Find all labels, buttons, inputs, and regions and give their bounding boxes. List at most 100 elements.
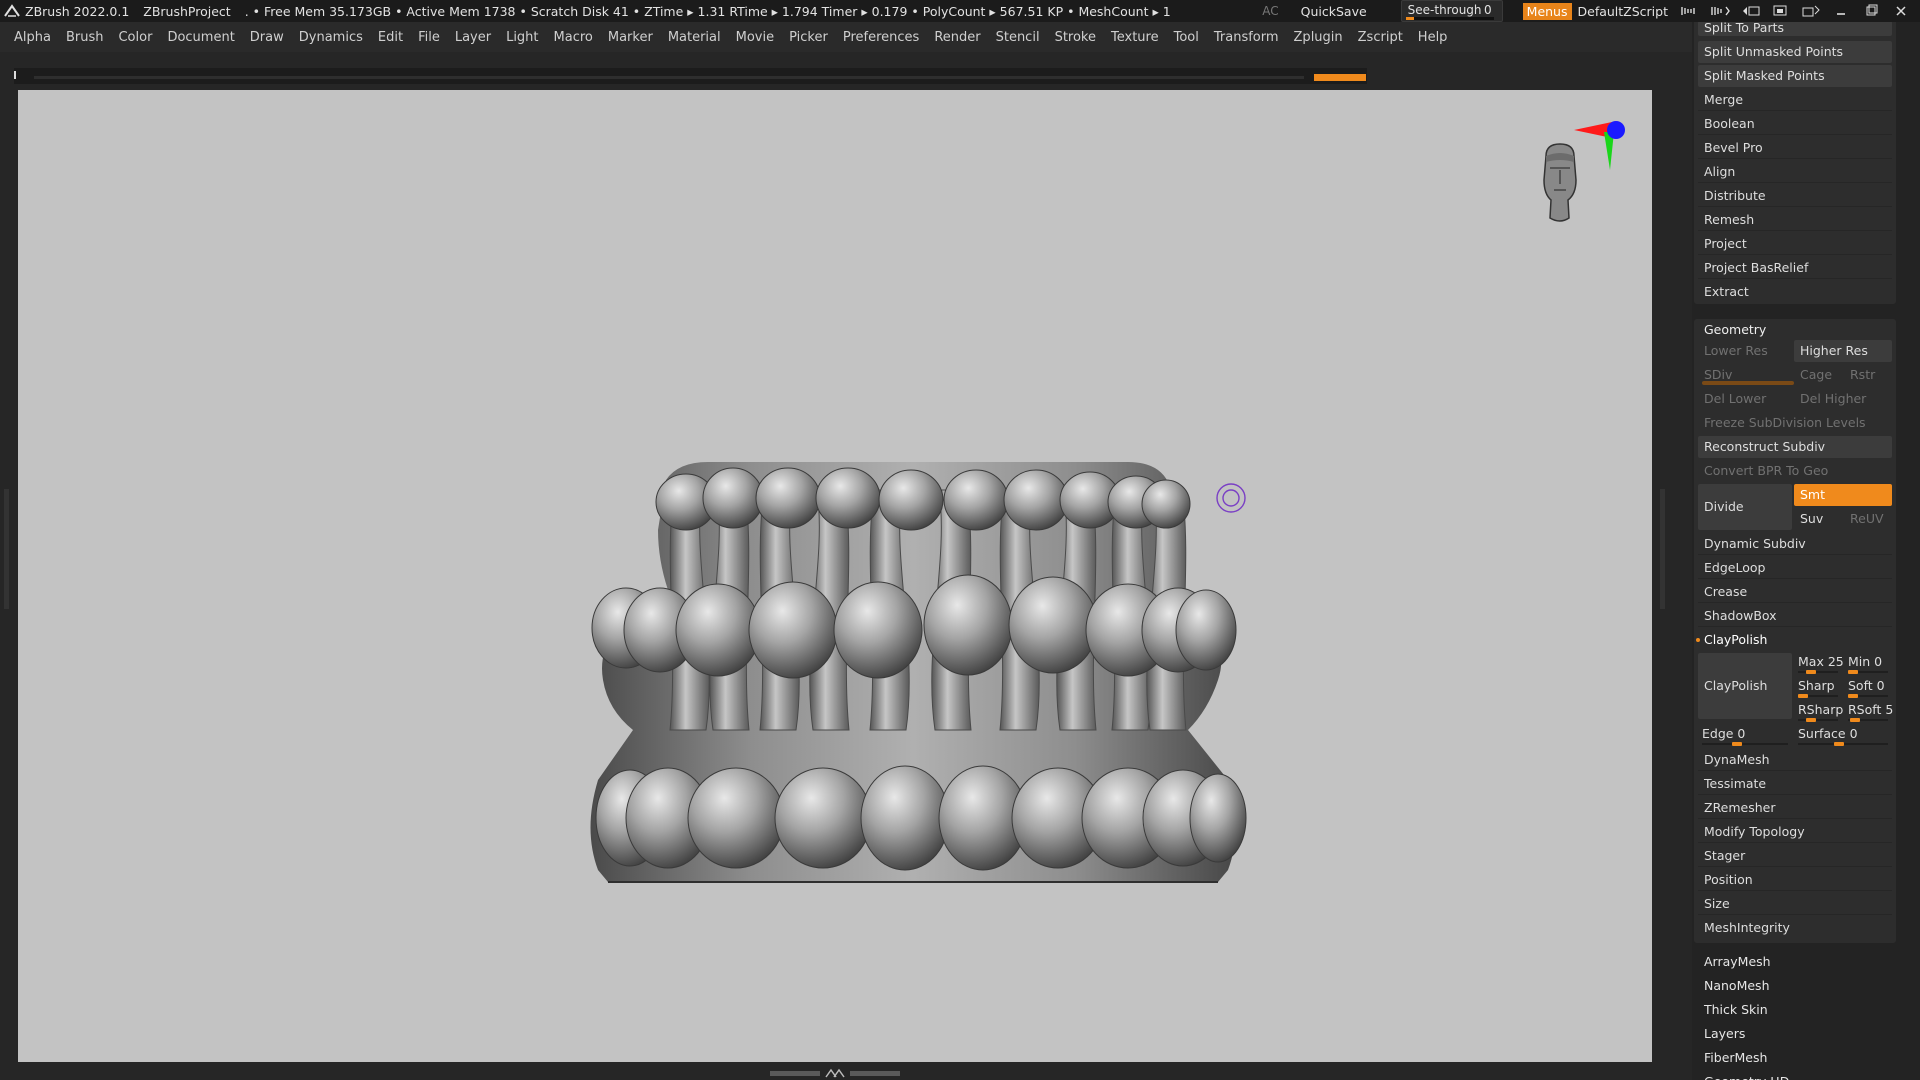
position-button[interactable]: Position <box>1698 869 1892 891</box>
head-navigation-icon[interactable] <box>1543 143 1577 222</box>
menu-zplugin[interactable]: Zplugin <box>1294 30 1343 45</box>
menus-button[interactable]: Menus <box>1522 2 1572 20</box>
arraymesh-menu[interactable]: ArrayMesh <box>1704 951 1771 973</box>
menu-brush[interactable]: Brush <box>66 30 104 45</box>
zremesher-button[interactable]: ZRemesher <box>1698 797 1892 819</box>
menu-macro[interactable]: Macro <box>554 30 593 45</box>
crease-button[interactable]: Crease <box>1698 581 1892 603</box>
restore-b-icon[interactable] <box>1800 4 1822 18</box>
align-button[interactable]: Align <box>1698 161 1892 183</box>
remesh-button[interactable]: Remesh <box>1698 209 1892 231</box>
dynamesh-button[interactable]: DynaMesh <box>1698 749 1892 771</box>
meshintegrity-button[interactable]: MeshIntegrity <box>1698 917 1892 939</box>
reconstruct-subdiv-button[interactable]: Reconstruct Subdiv <box>1698 436 1892 458</box>
default-zscript-button[interactable]: DefaultZScript <box>1578 4 1669 19</box>
cage-button[interactable]: Cage <box>1794 364 1842 386</box>
split-to-parts-button[interactable]: Split To Parts <box>1698 22 1892 36</box>
menu-layer[interactable]: Layer <box>455 30 491 45</box>
tessimate-button[interactable]: Tessimate <box>1698 773 1892 795</box>
ac-toggle[interactable]: AC <box>1262 4 1278 18</box>
divide-button[interactable]: Divide <box>1698 484 1792 530</box>
chevron-up-icon[interactable] <box>824 1068 846 1078</box>
stager-button[interactable]: Stager <box>1698 845 1892 867</box>
edgeloop-button[interactable]: EdgeLoop <box>1698 557 1892 579</box>
project-button[interactable]: Project <box>1698 233 1892 255</box>
axis-gizmo-icon[interactable] <box>1574 121 1625 170</box>
menu-zscript[interactable]: Zscript <box>1358 30 1403 45</box>
menu-movie[interactable]: Movie <box>736 30 774 45</box>
menu-light[interactable]: Light <box>506 30 538 45</box>
merge-button[interactable]: Merge <box>1698 89 1892 111</box>
fibermesh-menu[interactable]: FiberMesh <box>1704 1047 1767 1069</box>
nanomesh-menu[interactable]: NanoMesh <box>1704 975 1770 997</box>
geometry-header[interactable]: Geometry <box>1694 319 1896 341</box>
menu-file[interactable]: File <box>418 30 440 45</box>
menu-stroke[interactable]: Stroke <box>1055 30 1096 45</box>
min-slider-knob[interactable] <box>1848 670 1858 674</box>
layers-menu[interactable]: Layers <box>1704 1023 1745 1045</box>
extract-button[interactable]: Extract <box>1698 281 1892 303</box>
min-slider[interactable]: Min 0 <box>1844 653 1892 675</box>
bottom-tray-handle[interactable] <box>770 1068 900 1078</box>
menu-document[interactable]: Document <box>167 30 234 45</box>
del-higher-button[interactable]: Del Higher <box>1794 388 1892 410</box>
freeze-subdivision-button[interactable]: Freeze SubDivision Levels <box>1698 412 1892 434</box>
layout-b-icon[interactable] <box>1710 4 1732 18</box>
edge-slider-knob[interactable] <box>1732 742 1742 746</box>
menu-preferences[interactable]: Preferences <box>843 30 919 45</box>
maximize-icon[interactable] <box>1860 4 1882 18</box>
menu-texture[interactable]: Texture <box>1111 30 1159 45</box>
dynamic-subdiv-button[interactable]: Dynamic Subdiv <box>1698 533 1892 555</box>
surface-slider[interactable]: Surface 0 <box>1794 725 1892 747</box>
menu-transform[interactable]: Transform <box>1214 30 1279 45</box>
canvas-viewport[interactable] <box>18 90 1652 1062</box>
left-tray-handle[interactable] <box>4 489 9 609</box>
rsoft-slider-knob[interactable] <box>1850 718 1860 722</box>
menu-tool[interactable]: Tool <box>1174 30 1199 45</box>
menu-stencil[interactable]: Stencil <box>996 30 1040 45</box>
menu-edit[interactable]: Edit <box>378 30 403 45</box>
distribute-button[interactable]: Distribute <box>1698 185 1892 207</box>
edge-slider[interactable]: Edge 0 <box>1698 725 1792 747</box>
sharp-slider-knob[interactable] <box>1798 694 1808 698</box>
smt-toggle[interactable]: Smt <box>1794 484 1892 506</box>
geometry-hd-menu[interactable]: Geometry HD <box>1704 1071 1789 1080</box>
modify-topology-button[interactable]: Modify Topology <box>1698 821 1892 843</box>
rsharp-slider[interactable]: RSharp <box>1794 701 1843 723</box>
swap-left-icon[interactable] <box>1740 4 1762 18</box>
claypolish-header[interactable]: ClayPolish <box>1698 629 1892 651</box>
rstr-button[interactable]: Rstr <box>1844 364 1892 386</box>
menu-color[interactable]: Color <box>118 30 152 45</box>
boolean-button[interactable]: Boolean <box>1698 113 1892 135</box>
menu-dynamics[interactable]: Dynamics <box>299 30 363 45</box>
timeline-strip[interactable] <box>14 68 1367 84</box>
size-button[interactable]: Size <box>1698 893 1892 915</box>
del-lower-button[interactable]: Del Lower <box>1698 388 1792 410</box>
reuv-button[interactable]: ReUV <box>1844 508 1892 530</box>
project-basrelief-button[interactable]: Project BasRelief <box>1698 257 1892 279</box>
menu-alpha[interactable]: Alpha <box>14 30 51 45</box>
max-slider[interactable]: Max 25 <box>1794 653 1844 675</box>
menu-help[interactable]: Help <box>1418 30 1448 45</box>
claypolish-button[interactable]: ClayPolish <box>1698 653 1792 719</box>
thick-skin-menu[interactable]: Thick Skin <box>1704 999 1768 1021</box>
menu-marker[interactable]: Marker <box>608 30 653 45</box>
max-slider-knob[interactable] <box>1806 670 1816 674</box>
see-through-slider[interactable]: See-through 0 <box>1400 0 1503 22</box>
timeline-marker[interactable] <box>1314 74 1366 81</box>
lower-res-button[interactable]: Lower Res <box>1698 340 1792 362</box>
close-icon[interactable] <box>1890 4 1912 18</box>
restore-a-icon[interactable] <box>1770 4 1792 18</box>
rsoft-slider[interactable]: RSoft 5 <box>1844 701 1893 723</box>
soft-slider-knob[interactable] <box>1848 694 1858 698</box>
menu-render[interactable]: Render <box>934 30 980 45</box>
suv-toggle[interactable]: Suv <box>1794 508 1842 530</box>
bevel-pro-button[interactable]: Bevel Pro <box>1698 137 1892 159</box>
shadowbox-button[interactable]: ShadowBox <box>1698 605 1892 627</box>
minimize-icon[interactable] <box>1830 4 1852 18</box>
layout-a-icon[interactable] <box>1680 4 1702 18</box>
higher-res-button[interactable]: Higher Res <box>1794 340 1892 362</box>
menu-picker[interactable]: Picker <box>789 30 828 45</box>
convert-bpr-button[interactable]: Convert BPR To Geo <box>1698 460 1892 482</box>
right-tray-handle[interactable] <box>1660 489 1665 609</box>
